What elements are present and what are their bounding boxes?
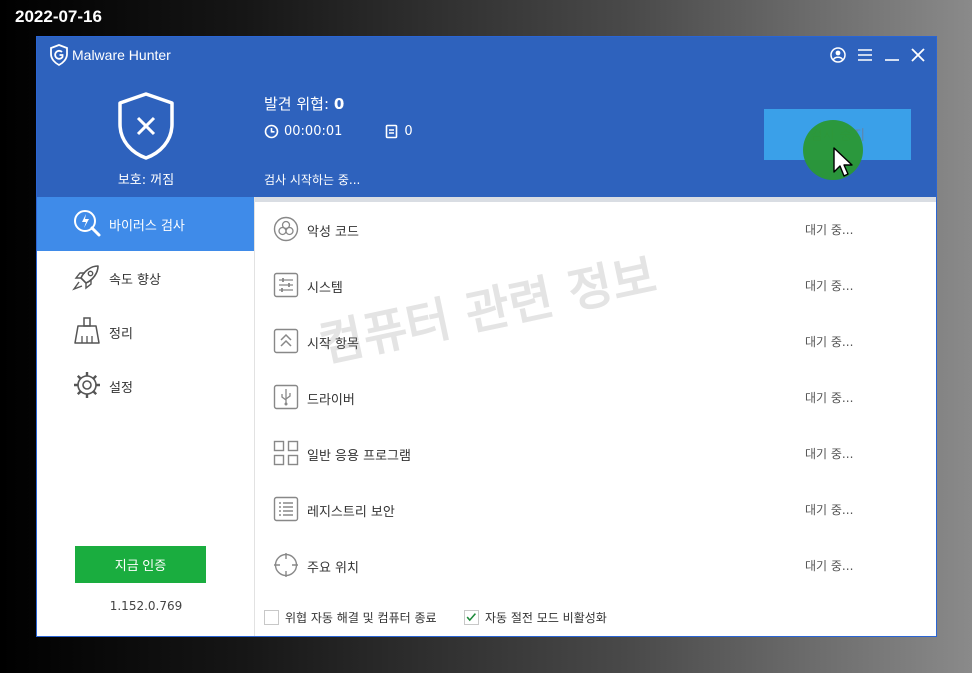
- option-label: 자동 절전 모드 비활성화: [485, 611, 607, 625]
- sidebar: 바이러스 검사 속도 향상 정리 설정 지금 인증 1.152.0.769: [37, 197, 255, 636]
- option-label: 위협 자동 해결 및 컴퓨터 종료: [285, 611, 437, 625]
- protection-status: 보호: 꺼짐: [117, 173, 175, 188]
- startup-icon: [273, 328, 299, 354]
- app-logo-icon: [50, 44, 68, 66]
- disable-sleep-checkbox[interactable]: [464, 610, 479, 625]
- usb-icon: [273, 384, 299, 410]
- scan-item-label: 시스템: [307, 281, 343, 296]
- scan-item-status: 대기 중...: [805, 391, 854, 405]
- scan-item-system: 시스템 대기 중...: [255, 257, 936, 313]
- sidebar-item-label: 정리: [109, 326, 133, 342]
- account-icon[interactable]: [828, 45, 848, 65]
- app-title: Malware Hunter: [72, 47, 171, 63]
- version-label: 1.152.0.769: [109, 599, 183, 613]
- crosshair-icon: [274, 553, 298, 577]
- scan-item-malware: 악성 코드 대기 중...: [255, 201, 936, 257]
- registry-list-icon: [273, 496, 299, 522]
- scan-item-status: 대기 중...: [805, 335, 854, 349]
- sidebar-item-label: 바이러스 검사: [109, 218, 185, 234]
- scan-icon: [74, 210, 101, 237]
- scan-item-key-locations: 주요 위치 대기 중...: [255, 537, 936, 593]
- scan-item-label: 주요 위치: [307, 561, 359, 576]
- disable-sleep-option[interactable]: 자동 절전 모드 비활성화: [464, 609, 607, 626]
- threats-found-count: 0: [333, 95, 345, 113]
- header: Malware Hunter 보호: 꺼짐 발견 위협: 0 00:00:01 …: [37, 37, 936, 197]
- checkmark-icon: [466, 613, 476, 622]
- biohazard-icon: [273, 216, 299, 242]
- sidebar-item-virus-scan[interactable]: 바이러스 검사: [37, 197, 254, 251]
- broom-icon: [74, 317, 100, 344]
- scan-item-label: 악성 코드: [307, 225, 359, 240]
- scan-item-status: 대기 중...: [805, 503, 854, 517]
- menu-icon[interactable]: [855, 45, 875, 65]
- date-stamp: 2022-07-16: [15, 7, 102, 26]
- close-icon[interactable]: [908, 45, 928, 65]
- scan-item-label: 드라이버: [307, 393, 355, 408]
- sidebar-item-label: 설정: [109, 380, 133, 396]
- threats-found: 발견 위협: 0: [264, 93, 344, 114]
- shield-x-icon: [118, 92, 174, 160]
- elapsed-time: 00:00:01: [284, 123, 343, 139]
- sidebar-item-settings[interactable]: 설정: [37, 359, 254, 413]
- sidebar-item-label: 속도 향상: [109, 272, 161, 288]
- file-icon: [386, 124, 398, 138]
- scan-item-label: 시작 항목: [307, 337, 359, 352]
- app-window: Malware Hunter 보호: 꺼짐 발견 위협: 0 00:00:01 …: [36, 36, 937, 637]
- scan-status-text: 검사 시작하는 중...: [264, 173, 361, 187]
- scan-item-applications: 일반 응용 프로그램 대기 중...: [255, 425, 936, 481]
- mouse-cursor-icon: [833, 147, 853, 177]
- rocket-icon: [72, 265, 99, 291]
- sliders-icon: [273, 272, 299, 298]
- gear-icon: [74, 372, 100, 398]
- sidebar-item-cleanup[interactable]: 정리: [37, 305, 254, 359]
- scan-item-status: 대기 중...: [805, 559, 854, 573]
- auto-resolve-shutdown-option[interactable]: 위협 자동 해결 및 컴퓨터 종료: [264, 609, 437, 626]
- scan-item-status: 대기 중...: [805, 223, 854, 237]
- scanned-file-count: 0: [404, 123, 413, 139]
- scan-item-status: 대기 중...: [805, 279, 854, 293]
- activate-now-button[interactable]: 지금 인증: [75, 546, 206, 583]
- scan-item-registry: 레지스트리 보안 대기 중...: [255, 481, 936, 537]
- threats-found-label: 발견 위협:: [264, 95, 330, 113]
- scan-item-label: 레지스트리 보안: [307, 505, 395, 520]
- clock-icon: [264, 124, 279, 138]
- scan-item-status: 대기 중...: [805, 447, 854, 461]
- scan-item-startup: 시작 항목 대기 중...: [255, 313, 936, 369]
- scan-item-label: 일반 응용 프로그램: [307, 449, 411, 464]
- sidebar-item-speed-up[interactable]: 속도 향상: [37, 251, 254, 305]
- minimize-icon[interactable]: [882, 45, 902, 65]
- scan-item-driver: 드라이버 대기 중...: [255, 369, 936, 425]
- auto-resolve-shutdown-checkbox[interactable]: [264, 610, 279, 625]
- apps-grid-icon: [273, 440, 299, 466]
- scan-stats: 00:00:01 0: [264, 123, 413, 139]
